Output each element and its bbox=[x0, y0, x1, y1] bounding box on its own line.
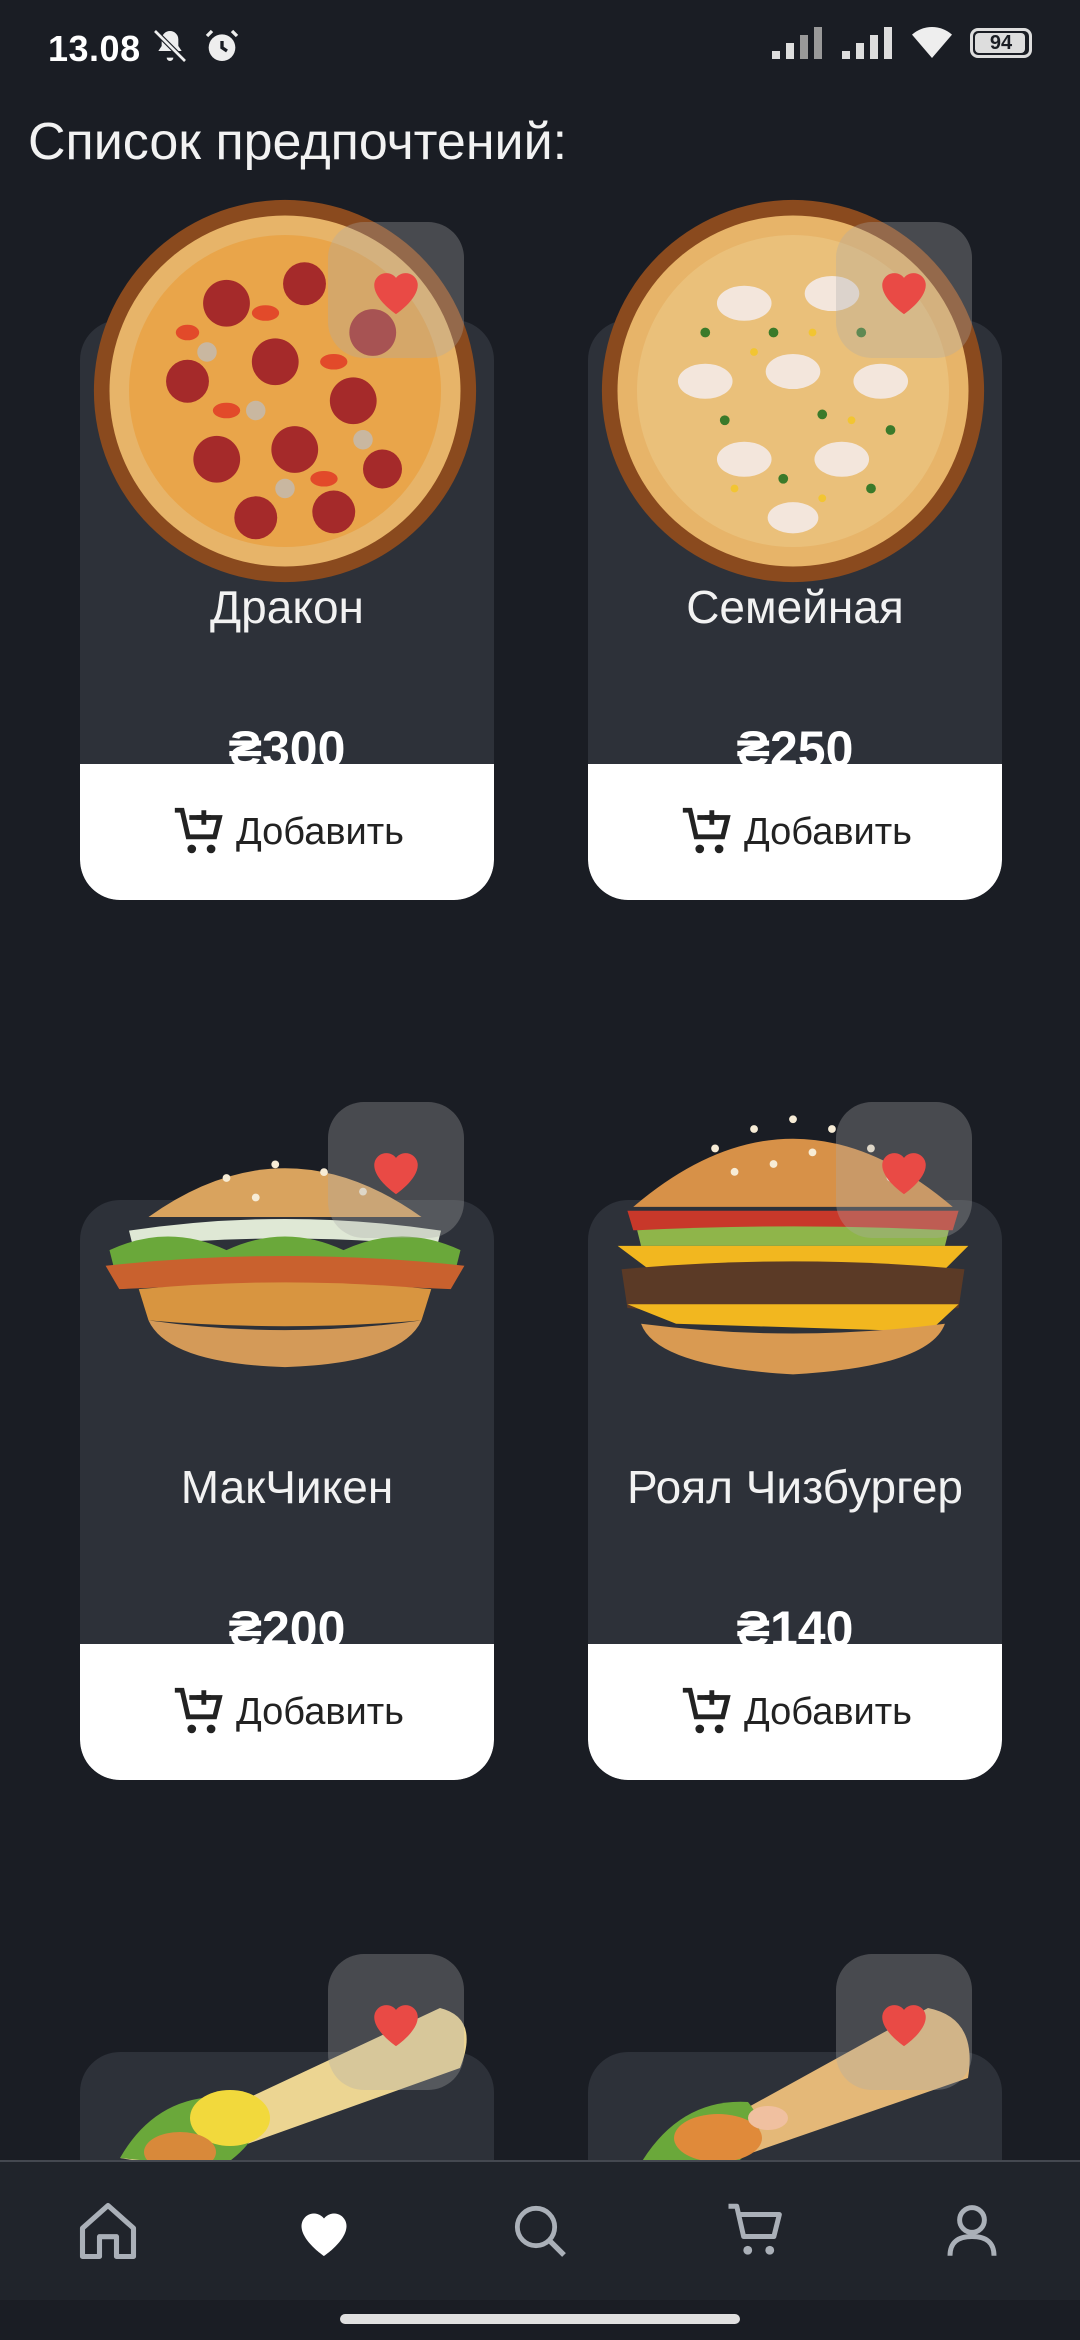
mute-bell-icon bbox=[153, 29, 187, 63]
add-button-label: Добавить bbox=[744, 1690, 912, 1733]
product-name: Семейная bbox=[686, 581, 904, 633]
favorite-button[interactable] bbox=[836, 1102, 972, 1238]
product-card: Семейная ₴250 Добавить bbox=[588, 196, 1002, 900]
nav-home[interactable] bbox=[48, 2171, 168, 2291]
product-card: Дракон ₴300 Добавить bbox=[80, 196, 494, 900]
search-icon bbox=[514, 2205, 566, 2257]
cart-add-icon bbox=[174, 807, 223, 854]
status-bar: 13.08 94 bbox=[0, 0, 1080, 100]
wifi-icon bbox=[912, 27, 952, 58]
nav-favorites[interactable] bbox=[264, 2171, 384, 2291]
product-name: МакЧикен bbox=[180, 1461, 394, 1513]
home-icon bbox=[79, 2202, 137, 2260]
heart-icon bbox=[374, 273, 418, 315]
heart-icon bbox=[882, 1153, 926, 1195]
add-to-cart-button[interactable]: Добавить bbox=[80, 1644, 494, 1780]
page-title: Список предпочтений: bbox=[28, 113, 568, 171]
alarm-icon bbox=[205, 29, 239, 61]
status-right-icons: 94 bbox=[772, 26, 1032, 60]
heart-icon bbox=[882, 2005, 926, 2047]
status-time: 13.08 bbox=[48, 28, 141, 69]
nav-profile[interactable] bbox=[912, 2171, 1032, 2291]
nav-search[interactable] bbox=[480, 2171, 600, 2291]
heart-icon bbox=[374, 1153, 418, 1195]
product-card: МакЧикен ₴200 Добавить bbox=[80, 1076, 494, 1780]
battery-level: 94 bbox=[989, 31, 1013, 54]
signal-icon bbox=[772, 27, 822, 59]
cart-add-icon bbox=[682, 1687, 731, 1734]
cart-add-icon bbox=[682, 807, 731, 854]
product-name: Дракон bbox=[210, 581, 364, 633]
heart-icon bbox=[374, 2005, 418, 2047]
signal-icon bbox=[842, 27, 892, 59]
add-to-cart-button[interactable]: Добавить bbox=[80, 764, 494, 900]
favorite-button[interactable] bbox=[328, 222, 464, 358]
product-card bbox=[588, 1928, 1002, 2160]
nav-cart[interactable] bbox=[696, 2171, 816, 2291]
add-button-label: Добавить bbox=[236, 1690, 404, 1733]
product-card bbox=[80, 1928, 494, 2160]
favorite-button[interactable] bbox=[836, 1954, 972, 2090]
product-name: Роял Чизбургер bbox=[626, 1461, 964, 1513]
home-indicator[interactable] bbox=[340, 2314, 740, 2324]
heart-icon bbox=[882, 273, 926, 315]
favorite-button[interactable] bbox=[836, 222, 972, 358]
bottom-nav bbox=[0, 2160, 1080, 2300]
heart-icon bbox=[301, 2213, 347, 2256]
product-card: Роял Чизбургер ₴140 Добавить bbox=[588, 1076, 1002, 1780]
status-left-icons bbox=[150, 26, 242, 66]
add-button-label: Добавить bbox=[236, 810, 404, 853]
battery-icon: 94 bbox=[970, 28, 1032, 58]
profile-icon bbox=[947, 2205, 997, 2256]
add-to-cart-button[interactable]: Добавить bbox=[588, 764, 1002, 900]
add-button-label: Добавить bbox=[744, 810, 912, 853]
add-to-cart-button[interactable]: Добавить bbox=[588, 1644, 1002, 1780]
favorite-button[interactable] bbox=[328, 1954, 464, 2090]
cart-add-icon bbox=[174, 1687, 223, 1734]
favorite-button[interactable] bbox=[328, 1102, 464, 1238]
cart-icon bbox=[728, 2203, 782, 2255]
